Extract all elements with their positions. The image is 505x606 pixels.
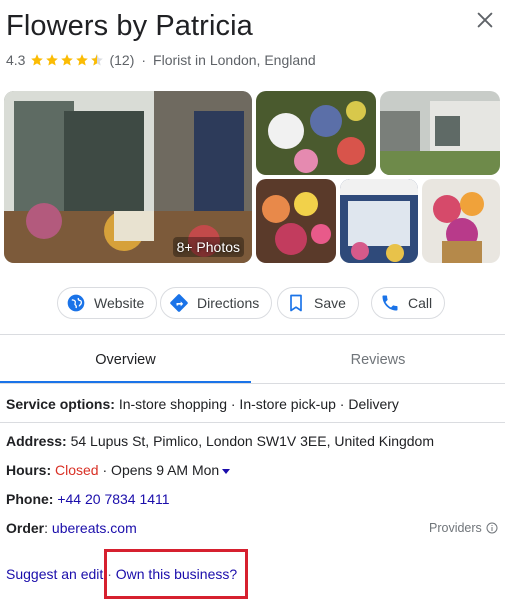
order-label: Order — [6, 520, 45, 536]
highlight-annotation-box — [104, 549, 248, 599]
order-link[interactable]: ubereats.com — [52, 520, 137, 536]
chevron-down-icon[interactable] — [222, 468, 231, 474]
photo-thumbnail[interactable] — [422, 179, 500, 263]
directions-icon — [170, 294, 188, 312]
info-icon — [486, 522, 498, 534]
service-options-label: Service options: — [6, 396, 115, 412]
photo-gallery: 8+ Photos — [4, 91, 500, 264]
photo-thumbnail[interactable] — [256, 179, 336, 263]
photo-thumbnail[interactable] — [380, 91, 500, 175]
action-buttons: Website Directions Save Call — [0, 287, 505, 321]
address-label: Address: — [6, 433, 67, 449]
rating-value: 4.3 — [6, 52, 26, 68]
arrangement-image — [422, 179, 500, 263]
providers-label: Providers — [429, 521, 482, 535]
review-count-link[interactable]: (12) — [109, 52, 134, 68]
half-star-icon — [91, 54, 104, 66]
phone-link[interactable]: +44 20 7834 1411 — [57, 491, 169, 507]
service-options-value: In-store shopping · In-store pick-up · D… — [118, 396, 399, 412]
tab-reviews[interactable]: Reviews — [251, 337, 505, 383]
photo-count-label[interactable]: 8+ Photos — [172, 237, 244, 257]
save-button[interactable]: Save — [277, 287, 359, 319]
hours-status: Closed — [55, 462, 99, 478]
phone-label: Phone: — [6, 491, 54, 507]
bookmark-icon — [290, 294, 302, 312]
rating-row: 4.3 (12) · Florist in London, England — [6, 52, 316, 68]
tab-overview[interactable]: Overview — [0, 337, 251, 383]
directions-button[interactable]: Directions — [160, 287, 273, 319]
address-value[interactable]: 54 Lupus St, Pimlico, London SW1V 3EE, U… — [71, 433, 434, 449]
tab-bar: Overview Reviews — [0, 337, 505, 383]
hours-opens[interactable]: · Opens 9 AM Mon — [103, 462, 220, 478]
separator-dot: · — [141, 52, 147, 68]
call-label: Call — [408, 295, 433, 311]
close-icon[interactable] — [474, 9, 496, 31]
business-category: Florist in London, England — [153, 52, 316, 68]
business-name: Flowers by Patricia — [6, 10, 253, 42]
flowers-image — [256, 91, 376, 175]
save-label: Save — [314, 295, 346, 311]
order-row: Order: ubereats.com — [6, 520, 137, 536]
website-button[interactable]: Website — [57, 287, 158, 319]
hours-label: Hours: — [6, 462, 52, 478]
star-rating — [30, 53, 105, 67]
star-icon — [46, 54, 59, 66]
call-button[interactable]: Call — [371, 287, 446, 319]
divider — [0, 334, 505, 335]
phone-row: Phone: +44 20 7834 1411 — [6, 491, 170, 507]
street-image — [380, 91, 500, 175]
phone-icon — [382, 295, 398, 311]
directions-label: Directions — [197, 295, 260, 311]
order-separator: : — [44, 520, 49, 536]
star-icon — [31, 54, 44, 66]
divider — [0, 422, 505, 423]
service-options-row: Service options: In-store shopping · In-… — [6, 396, 399, 412]
divider — [0, 383, 505, 384]
star-icon — [61, 54, 74, 66]
globe-icon — [67, 294, 85, 312]
main-photo[interactable]: 8+ Photos — [4, 91, 252, 263]
suggest-edit-link[interactable]: Suggest an edit — [6, 566, 103, 582]
website-label: Website — [94, 295, 145, 311]
address-row: Address: 54 Lupus St, Pimlico, London SW… — [6, 433, 434, 449]
photo-thumbnail[interactable] — [340, 179, 418, 263]
shopfront-image — [340, 179, 418, 263]
bouquet-image — [256, 179, 336, 263]
providers-info[interactable]: Providers — [429, 521, 498, 535]
star-icon — [76, 54, 89, 66]
hours-row: Hours: Closed · Opens 9 AM Mon — [6, 462, 231, 478]
photo-thumbnail[interactable] — [256, 91, 376, 175]
